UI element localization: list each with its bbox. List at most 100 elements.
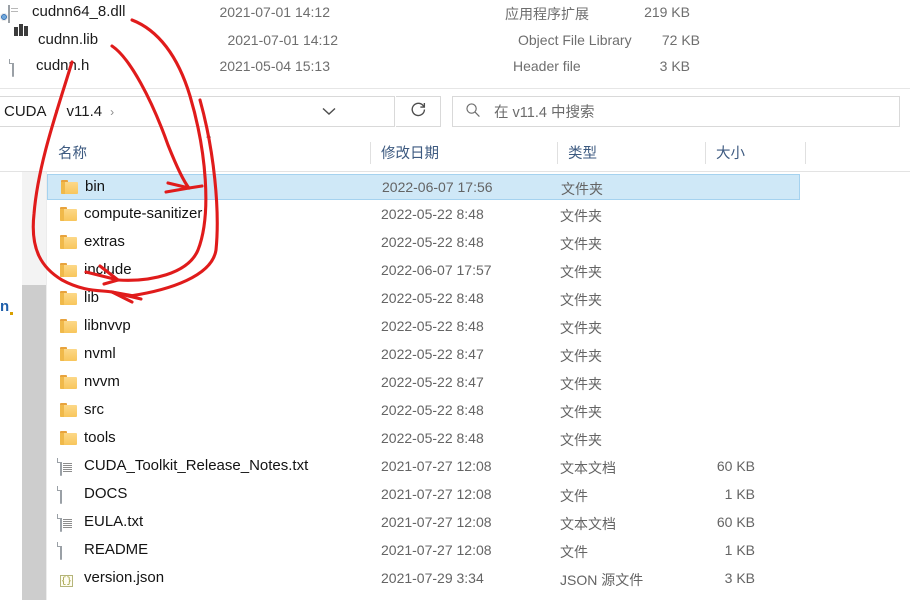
file-date: 2022-05-22 8:48 (381, 430, 484, 446)
column-headers: 名称 修改日期 类型 大小 (0, 135, 910, 172)
file-name: nvml (84, 345, 116, 362)
file-type: 文件夹 (560, 320, 602, 336)
refresh-icon (410, 101, 427, 122)
scrollbar-track[interactable] (22, 285, 46, 600)
file-name: compute-sanitizer (84, 205, 203, 222)
file-name: version.json (84, 569, 165, 586)
header-file-icon (12, 59, 30, 78)
breadcrumb[interactable]: CUDA › v11.4 › (0, 96, 395, 127)
file-type: 文本文档 (560, 516, 616, 532)
file-size: 1 KB (724, 542, 755, 558)
fragment-row[interactable]: cudnn.h 2021-05-04 15:13 Header file 3 K… (0, 56, 910, 82)
file-type: 文件夹 (560, 348, 602, 364)
caret-up-icon: ⌃ (204, 134, 214, 146)
file-name: README (84, 541, 149, 558)
file-date: 2022-05-22 8:48 (381, 290, 484, 306)
lib-file-icon (14, 24, 32, 54)
plain-file-icon (60, 542, 62, 560)
column-header-size[interactable]: 大小 (705, 135, 805, 170)
file-date: 2021-07-27 12:08 (381, 486, 492, 502)
file-row[interactable]: EULA.txt 2021-07-27 12:08 文本文档 60 KB (47, 510, 800, 536)
file-type: 文件夹 (560, 404, 602, 420)
file-name: src (84, 401, 104, 418)
fragment-row[interactable]: cudnn64_8.dll 2021-07-01 14:12 应用程序扩展 21… (0, 2, 910, 28)
fragment-file-type: Header file (513, 58, 581, 74)
plain-file-icon (60, 486, 62, 504)
fragment-file-type: 应用程序扩展 (505, 6, 589, 22)
search-icon (465, 102, 481, 122)
column-header-type[interactable]: 类型 (557, 135, 705, 170)
file-date: 2022-06-07 17:56 (382, 179, 493, 195)
chevron-down-icon[interactable] (308, 97, 350, 126)
file-name: extras (84, 233, 125, 250)
fragment-file-size: 219 KB (644, 4, 690, 20)
file-row[interactable]: {} version.json 2021-07-29 3:34 JSON 源文件 3 K… (47, 566, 800, 592)
json-file-icon: {} (60, 575, 73, 587)
search-input[interactable]: 在 v11.4 中搜索 (452, 96, 900, 127)
breadcrumb-trailing-separator-icon[interactable]: › (105, 105, 119, 119)
file-size: 60 KB (716, 458, 755, 474)
breadcrumb-item-v114[interactable]: v11.4 (64, 103, 106, 120)
fragment-file-date: 2021-07-01 14:12 (227, 32, 338, 48)
file-date: 2021-07-27 12:08 (381, 514, 492, 530)
dll-file-icon (8, 5, 26, 24)
file-row[interactable]: CUDA_Toolkit_Release_Notes.txt 2021-07-27… (47, 454, 800, 480)
file-row[interactable]: src 2022-05-22 8:48 文件夹 (47, 398, 800, 424)
file-row[interactable]: bin 2022-06-07 17:56 文件夹 (47, 174, 800, 200)
file-row[interactable]: README 2021-07-27 12:08 文件 1 KB (47, 538, 800, 564)
file-type: JSON 源文件 (560, 572, 644, 588)
file-name: libnvvp (84, 317, 131, 334)
fragment-file-date: 2021-07-01 14:12 (219, 4, 330, 20)
file-row[interactable]: nvvm 2022-05-22 8:47 文件夹 (47, 370, 800, 396)
explorer-window: cudnn64_8.dll 2021-07-01 14:12 应用程序扩展 21… (0, 0, 910, 600)
file-row[interactable]: nvml 2022-05-22 8:47 文件夹 (47, 342, 800, 368)
file-date: 2022-05-22 8:48 (381, 206, 484, 222)
search-placeholder: 在 v11.4 中搜索 (494, 105, 595, 121)
top-file-fragment: cudnn64_8.dll 2021-07-01 14:12 应用程序扩展 21… (0, 0, 910, 88)
fragment-file-name: cudnn.h (36, 57, 90, 74)
file-name: CUDA_Toolkit_Release_Notes.txt (84, 457, 309, 474)
file-name: include (84, 261, 132, 278)
file-name: lib (84, 289, 100, 306)
file-name: EULA.txt (84, 513, 144, 530)
file-row[interactable]: lib 2022-05-22 8:48 文件夹 (47, 286, 800, 312)
fragment-file-date: 2021-05-04 15:13 (219, 58, 330, 74)
file-row[interactable]: compute-sanitizer 2022-05-22 8:48 文件夹 (47, 202, 800, 228)
file-size: 3 KB (724, 570, 755, 586)
file-date: 2022-05-22 8:47 (381, 346, 484, 362)
file-name: nvvm (84, 373, 120, 390)
column-divider[interactable] (805, 142, 806, 164)
file-size: 60 KB (716, 514, 755, 530)
file-row[interactable]: DOCS 2021-07-27 12:08 文件 1 KB (47, 482, 800, 508)
file-date: 2022-05-22 8:48 (381, 234, 484, 250)
file-date: 2022-05-22 8:48 (381, 402, 484, 418)
fragment-file-size: 3 KB (659, 58, 690, 74)
file-type: 文件 (560, 488, 588, 504)
file-date: 2022-05-22 8:48 (381, 318, 484, 334)
file-row[interactable]: include 2022-06-07 17:57 文件夹 (47, 258, 800, 284)
column-header-date[interactable]: 修改日期 (370, 135, 557, 170)
file-date: 2022-06-07 17:57 (381, 262, 492, 278)
nav-rail (0, 135, 22, 600)
file-date: 2021-07-29 3:34 (381, 570, 484, 586)
address-bar: CUDA › v11.4 › 在 v11.4 中搜索 (0, 88, 910, 136)
fragment-file-name: cudnn.lib (38, 31, 99, 48)
file-row[interactable]: extras 2022-05-22 8:48 文件夹 (47, 230, 800, 256)
fragment-file-size: 72 KB (661, 32, 700, 48)
file-date: 2021-07-27 12:08 (381, 458, 492, 474)
file-type: 文件夹 (560, 236, 602, 252)
file-type: 文件夹 (561, 181, 603, 197)
file-name: DOCS (84, 485, 128, 502)
text-file-icon (60, 514, 62, 532)
fragment-row[interactable]: cudnn.lib 2021-07-01 14:12 Object File L… (0, 24, 910, 56)
breadcrumb-item-cuda[interactable]: CUDA (1, 103, 50, 120)
left-cutoff-text: n (0, 298, 14, 315)
text-file-icon (60, 458, 62, 476)
file-type: 文本文档 (560, 460, 616, 476)
breadcrumb-separator-icon: › (54, 104, 59, 119)
refresh-button[interactable] (396, 96, 441, 127)
file-type: 文件 (560, 544, 588, 560)
file-row[interactable]: tools 2022-05-22 8:48 文件夹 (47, 426, 800, 452)
file-type: 文件夹 (560, 292, 602, 308)
file-row[interactable]: libnvvp 2022-05-22 8:48 文件夹 (47, 314, 800, 340)
